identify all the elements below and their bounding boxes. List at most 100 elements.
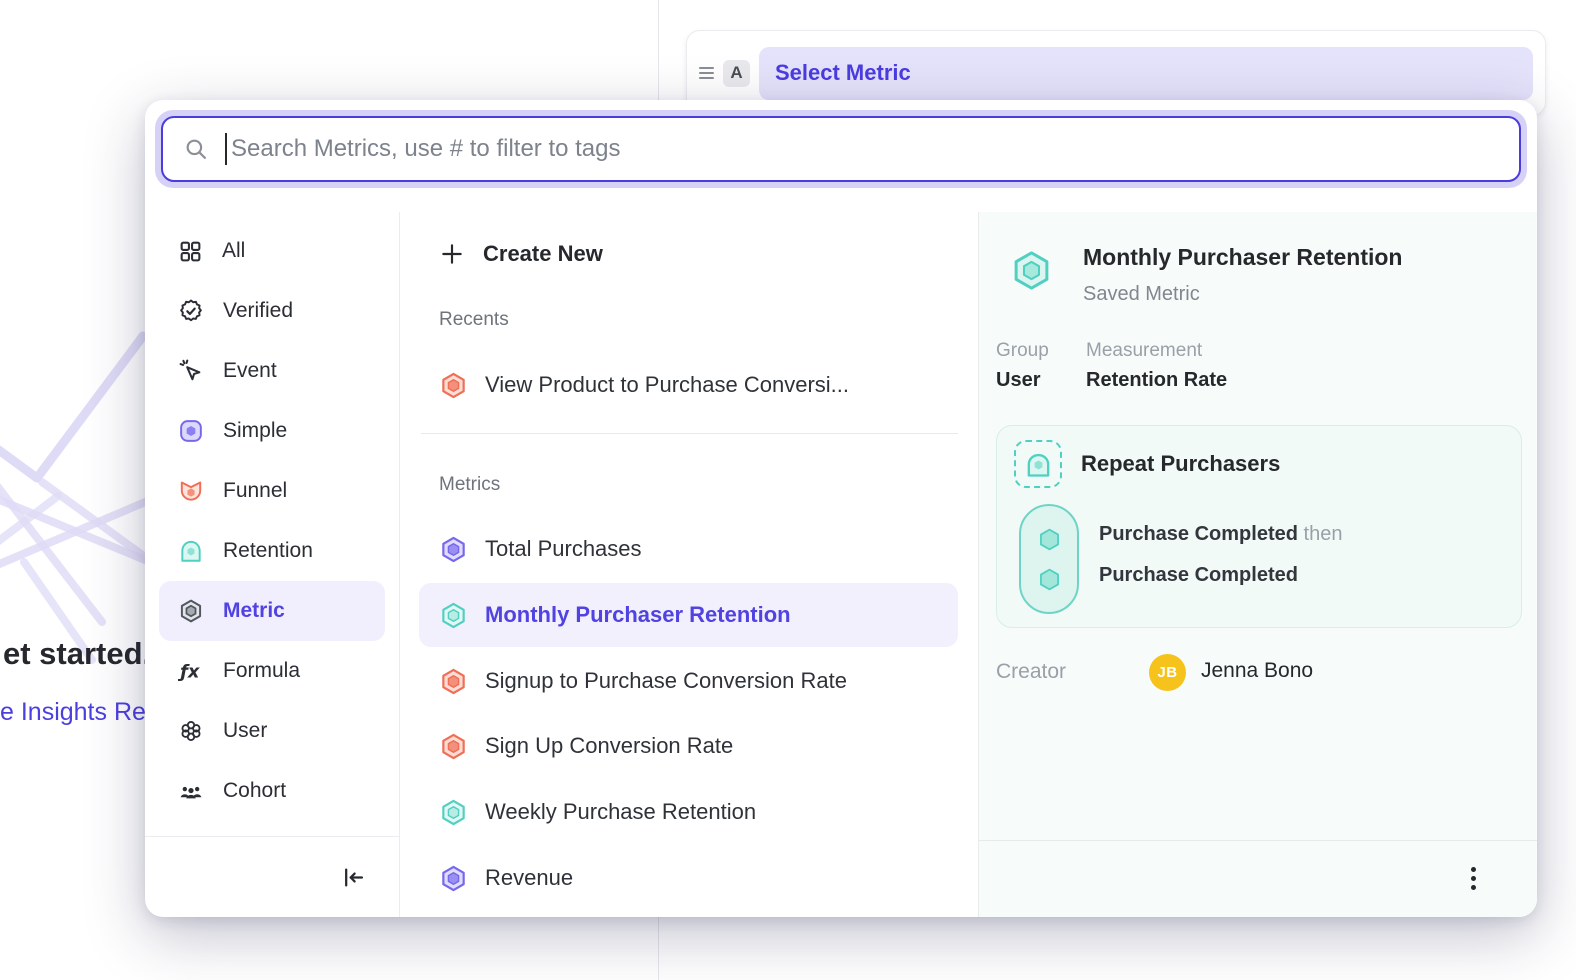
retention-arch-icon bbox=[1023, 449, 1054, 480]
funnel-icon bbox=[178, 478, 204, 504]
create-new-label: Create New bbox=[483, 241, 603, 267]
retention-metric-hexagon-icon bbox=[439, 601, 468, 630]
measurement-value: Retention Rate bbox=[1086, 369, 1227, 392]
list-item-label: Weekly Purchase Retention bbox=[485, 799, 756, 825]
sidebar-item-label: Event bbox=[223, 359, 277, 383]
step-2-event: Purchase Completed bbox=[1099, 564, 1298, 586]
sidebar-item-metric[interactable]: Metric bbox=[159, 581, 385, 641]
detail-footer-divider bbox=[979, 840, 1537, 841]
list-item-label: Total Purchases bbox=[485, 536, 642, 562]
simple-metric-hexagon-icon bbox=[439, 535, 468, 564]
list-item-label: Monthly Purchaser Retention bbox=[485, 602, 791, 628]
metric-hexagon-icon bbox=[178, 598, 204, 624]
sidebar-item-funnel[interactable]: Funnel bbox=[159, 461, 385, 521]
sidebar-item-cohort[interactable]: Cohort bbox=[159, 761, 385, 821]
list-item-label: Sign Up Conversion Rate bbox=[485, 733, 733, 759]
sidebar-item-simple[interactable]: Simple bbox=[159, 401, 385, 461]
retention-metric-hexagon-icon bbox=[439, 798, 468, 827]
list-item-revenue[interactable]: Revenue bbox=[419, 846, 958, 910]
sidebar-item-retention[interactable]: Retention bbox=[159, 521, 385, 581]
search-input[interactable] bbox=[231, 135, 1499, 163]
list-item-label: Signup to Purchase Conversion Rate bbox=[485, 668, 847, 694]
list-item-recent-funnel[interactable]: View Product to Purchase Conversi... bbox=[419, 353, 958, 417]
background-report-link-fragment[interactable]: e Insights Re bbox=[0, 698, 146, 727]
sidebar-item-verified[interactable]: Verified bbox=[159, 281, 385, 341]
search-icon bbox=[183, 136, 209, 162]
sidebar-item-label: Funnel bbox=[223, 479, 287, 503]
list-item-total-purchases[interactable]: Total Purchases bbox=[419, 517, 958, 581]
select-metric-field[interactable]: Select Metric bbox=[759, 47, 1533, 100]
list-item-monthly-purchaser-retention[interactable]: Monthly Purchaser Retention bbox=[419, 583, 958, 647]
list-item-label: Revenue bbox=[485, 865, 573, 891]
saved-metric-hexagon-icon bbox=[1009, 248, 1054, 293]
search-box bbox=[161, 116, 1521, 182]
series-a-badge: A bbox=[723, 60, 750, 87]
svg-text:ƒx: ƒx bbox=[178, 662, 200, 683]
create-new-button[interactable]: Create New bbox=[419, 230, 603, 278]
event-sequence-capsule bbox=[1019, 504, 1079, 614]
sidebar-item-label: Cohort bbox=[223, 779, 286, 803]
grid-icon bbox=[178, 239, 203, 264]
simple-metric-hexagon-icon bbox=[439, 864, 468, 893]
event-cursor-icon bbox=[178, 358, 204, 384]
cohort-people-icon bbox=[178, 778, 204, 804]
retention-arch-icon bbox=[178, 538, 204, 564]
step-connector: then bbox=[1304, 523, 1343, 545]
sidebar-item-all[interactable]: All bbox=[159, 221, 385, 281]
drag-handle-icon[interactable] bbox=[699, 67, 714, 79]
sidebar-item-label: Simple bbox=[223, 419, 287, 443]
definition-step-2: Purchase Completed bbox=[1099, 564, 1298, 587]
more-options-button[interactable] bbox=[1457, 862, 1489, 894]
metric-list: Create New Recents View Product to Purch… bbox=[401, 212, 978, 917]
plus-icon bbox=[439, 241, 465, 267]
list-item-label: View Product to Purchase Conversi... bbox=[485, 372, 849, 398]
event-hexagon-icon bbox=[1036, 526, 1063, 553]
repeat-purchasers-icon bbox=[1014, 440, 1062, 488]
list-item-signup-to-purchase-conversion-rate[interactable]: Signup to Purchase Conversion Rate bbox=[419, 649, 958, 713]
sidebar-item-event[interactable]: Event bbox=[159, 341, 385, 401]
creator-label: Creator bbox=[996, 660, 1066, 684]
detail-title: Monthly Purchaser Retention bbox=[1083, 244, 1402, 271]
step-1-event: Purchase Completed bbox=[1099, 523, 1298, 545]
group-label: Group bbox=[996, 340, 1049, 362]
funnel-metric-hexagon-icon bbox=[439, 667, 468, 696]
sidebar-item-label: Retention bbox=[223, 539, 313, 563]
metric-picker-modal: All Verified Event bbox=[145, 100, 1537, 917]
detail-subtitle: Saved Metric bbox=[1083, 283, 1200, 306]
list-item-sign-up-conversion-rate[interactable]: Sign Up Conversion Rate bbox=[419, 714, 958, 778]
section-divider bbox=[421, 433, 958, 434]
search-focus-ring bbox=[155, 110, 1527, 188]
funnel-metric-hexagon-icon bbox=[439, 371, 468, 400]
sidebar-item-label: All bbox=[222, 239, 245, 263]
verified-badge-icon bbox=[178, 298, 204, 324]
filter-sidebar: All Verified Event bbox=[145, 212, 400, 917]
sidebar-item-label: Verified bbox=[223, 299, 293, 323]
metric-detail-panel: Monthly Purchaser Retention Saved Metric… bbox=[978, 212, 1537, 917]
definition-title: Repeat Purchasers bbox=[1081, 451, 1280, 477]
creator-name: Jenna Bono bbox=[1201, 659, 1313, 683]
creator-avatar: JB bbox=[1149, 654, 1186, 691]
definition-card: Repeat Purchasers Purchase Completed the… bbox=[996, 425, 1522, 628]
metrics-heading: Metrics bbox=[439, 474, 500, 496]
measurement-label: Measurement bbox=[1086, 340, 1202, 362]
group-value: User bbox=[996, 369, 1040, 392]
background-line-art bbox=[0, 300, 160, 680]
text-cursor bbox=[225, 133, 227, 165]
definition-step-1: Purchase Completed then bbox=[1099, 523, 1342, 546]
list-item-weekly-purchase-retention[interactable]: Weekly Purchase Retention bbox=[419, 780, 958, 844]
sidebar-footer bbox=[145, 836, 399, 917]
collapse-left-icon[interactable] bbox=[340, 864, 367, 891]
formula-fx-icon: ƒx bbox=[178, 658, 204, 684]
funnel-metric-hexagon-icon bbox=[439, 732, 468, 761]
background-heading-fragment: et started. bbox=[3, 636, 151, 672]
sidebar-item-label: Formula bbox=[223, 659, 300, 683]
sidebar-item-label: Metric bbox=[223, 599, 285, 623]
sidebar-item-formula[interactable]: ƒx Formula bbox=[159, 641, 385, 701]
recents-heading: Recents bbox=[439, 309, 509, 331]
user-cluster-icon bbox=[178, 718, 204, 744]
modal-body: All Verified Event bbox=[145, 212, 1537, 917]
event-hexagon-icon bbox=[1036, 566, 1063, 593]
sidebar-item-label: User bbox=[223, 719, 267, 743]
sidebar-item-user[interactable]: User bbox=[159, 701, 385, 761]
simple-hexagon-icon bbox=[178, 418, 204, 444]
